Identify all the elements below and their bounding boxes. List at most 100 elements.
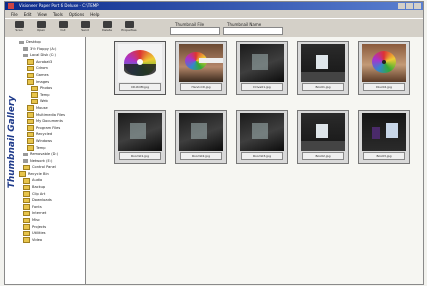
toolbar-button[interactable]: Scan	[11, 21, 27, 35]
folder-icon	[23, 178, 30, 184]
thumbnail-caption: Room03.jpg	[241, 152, 283, 160]
tree-item[interactable]: Images	[19, 79, 83, 86]
menu-item[interactable]: View	[37, 11, 47, 18]
tree-item[interactable]: Recycle Bin	[19, 171, 83, 178]
tree-item-label: Temp	[36, 145, 46, 150]
thumbnail-name-field[interactable]	[223, 27, 283, 35]
thumbnail-caption: Drive01.jpg	[241, 83, 283, 91]
thumbnail[interactable]: Box02.jpg	[297, 110, 349, 164]
menu-item[interactable]: Help	[90, 11, 99, 18]
tree-item-label: Multimedia Files	[36, 112, 66, 117]
drive-icon	[19, 40, 24, 45]
tree-item[interactable]: Misc	[19, 217, 83, 224]
tree-item-label: Downloads	[32, 198, 52, 203]
folder-icon	[36, 21, 46, 28]
tree-item[interactable]: Photos	[19, 85, 83, 92]
tree-item-label: Misc	[32, 218, 40, 223]
tree-item[interactable]: Web	[19, 98, 83, 105]
tree-item[interactable]: Temp	[19, 145, 83, 152]
tree-item[interactable]: Acrobat3	[19, 59, 83, 66]
tree-item[interactable]: Downloads	[19, 197, 83, 204]
tree-item[interactable]: Multimedia Files	[19, 112, 83, 119]
thumbnail[interactable]: Room03.jpg	[236, 110, 288, 164]
toolbar-button[interactable]: Properties	[121, 21, 137, 35]
folder-tree-panel: Thumbnail Gallery Desktop 3½ Floppy (A:) L…	[5, 37, 86, 284]
tree-item[interactable]: Mouse	[19, 105, 83, 112]
folder-icon	[23, 184, 30, 191]
tree-item-label: Mouse	[36, 105, 48, 110]
thumbnail[interactable]: Box01.jpg	[297, 41, 349, 95]
folder-icon	[23, 204, 30, 210]
thumbnail-image	[240, 113, 284, 151]
thumbnail-caption: CD-ROM.jpg	[119, 83, 161, 91]
menu-item[interactable]: File	[11, 11, 18, 18]
tree-item[interactable]: My Documents	[19, 118, 83, 125]
folder-icon	[23, 230, 30, 237]
toolbar-button[interactable]: Delete	[99, 21, 115, 35]
thumbnail-file-field[interactable]	[170, 27, 220, 35]
menu-item[interactable]: Options	[69, 11, 84, 18]
thumbnail[interactable]: Room02.jpg	[175, 110, 227, 164]
thumbnail-view: CD-ROM.jpg Hand-CD.jpg Drive01.jpg Box01.jp…	[86, 37, 423, 284]
tree-item[interactable]: Video	[19, 237, 83, 244]
close-icon[interactable]	[414, 3, 421, 9]
minimize-icon[interactable]	[398, 3, 405, 9]
tree-item-label: Recycle Bin	[28, 171, 49, 176]
title-bar: Visioneer Paper Port 6 Deluxe - C:\TEMP	[5, 2, 423, 10]
thumbnail[interactable]: Box03.jpg	[358, 110, 410, 164]
toolbar-button[interactable]: Send	[77, 21, 93, 35]
thumbnail-caption: Disc02.jpg	[363, 83, 405, 91]
tree-item-label: Photos	[40, 86, 53, 91]
thumbnail-caption: Box01.jpg	[302, 83, 344, 91]
toolbar-button[interactable]: Cut	[55, 21, 71, 35]
tree-item-label: Recycled	[36, 132, 53, 137]
maximize-icon[interactable]	[406, 3, 413, 9]
tree-item[interactable]: Windows	[19, 138, 83, 145]
tree-item-label: Program Files	[36, 125, 61, 130]
thumbnail[interactable]: Room01.jpg	[114, 110, 166, 164]
thumbnail[interactable]: Hand-CD.jpg	[175, 41, 227, 95]
thumbnail-image	[179, 44, 223, 82]
folder-icon	[27, 72, 34, 79]
tree-item[interactable]: Internet	[19, 210, 83, 217]
tree-item[interactable]: Program Files	[19, 125, 83, 132]
menu-bar: File Edit View Tools Options Help	[5, 11, 423, 18]
thumbnail[interactable]: Drive01.jpg	[236, 41, 288, 95]
window-controls	[398, 3, 421, 9]
tree-item[interactable]: Control Panel	[19, 164, 83, 171]
thumbnail[interactable]: CD-ROM.jpg	[114, 41, 166, 95]
folder-icon	[31, 85, 38, 92]
toolbar-button-label: Send	[81, 28, 89, 32]
tree-item[interactable]: Local Disk (C:)	[19, 52, 83, 59]
toolbar-button[interactable]: Open	[33, 21, 49, 35]
tree-item[interactable]: Audio	[19, 177, 83, 184]
properties-icon	[124, 21, 134, 28]
tree-item[interactable]: Clip Art	[19, 191, 83, 198]
tree-item[interactable]: Utilities	[19, 230, 83, 237]
toolbar-button-label: Delete	[102, 28, 112, 32]
tree-item[interactable]: Games	[19, 72, 83, 79]
tree-item[interactable]: Recycled	[19, 131, 83, 138]
toolbar-button-label: Scan	[15, 28, 23, 32]
folder-icon	[27, 59, 34, 65]
app-icon	[8, 3, 14, 9]
tree-item[interactable]: Removable (D:)	[19, 151, 83, 158]
folder-icon	[31, 98, 38, 105]
tree-item[interactable]: Backup	[19, 184, 83, 191]
menu-item[interactable]: Tools	[53, 11, 63, 18]
brand-vertical-text: Thumbnail Gallery	[7, 95, 17, 189]
tree-item[interactable]: Network (E:)	[19, 158, 83, 165]
tree-item[interactable]: 3½ Floppy (A:)	[19, 46, 83, 53]
thumbnail[interactable]: Disc02.jpg	[358, 41, 410, 95]
thumbnail-grid: CD-ROM.jpg Hand-CD.jpg Drive01.jpg Box01.jp…	[114, 41, 410, 164]
tree-item-label: My Documents	[36, 119, 63, 124]
toolbar: Scan Open Cut Send Delete Properties Thumbnai…	[5, 18, 423, 38]
tree-item[interactable]: Fonts	[19, 204, 83, 211]
tree-item[interactable]: Temp	[19, 92, 83, 99]
tree-item[interactable]: Desktop	[19, 39, 83, 46]
folder-icon	[27, 79, 34, 85]
tree-item[interactable]: Projects	[19, 224, 83, 231]
send-icon	[80, 21, 90, 28]
tree-item[interactable]: Cdrom	[19, 65, 83, 72]
menu-item[interactable]: Edit	[24, 11, 32, 18]
